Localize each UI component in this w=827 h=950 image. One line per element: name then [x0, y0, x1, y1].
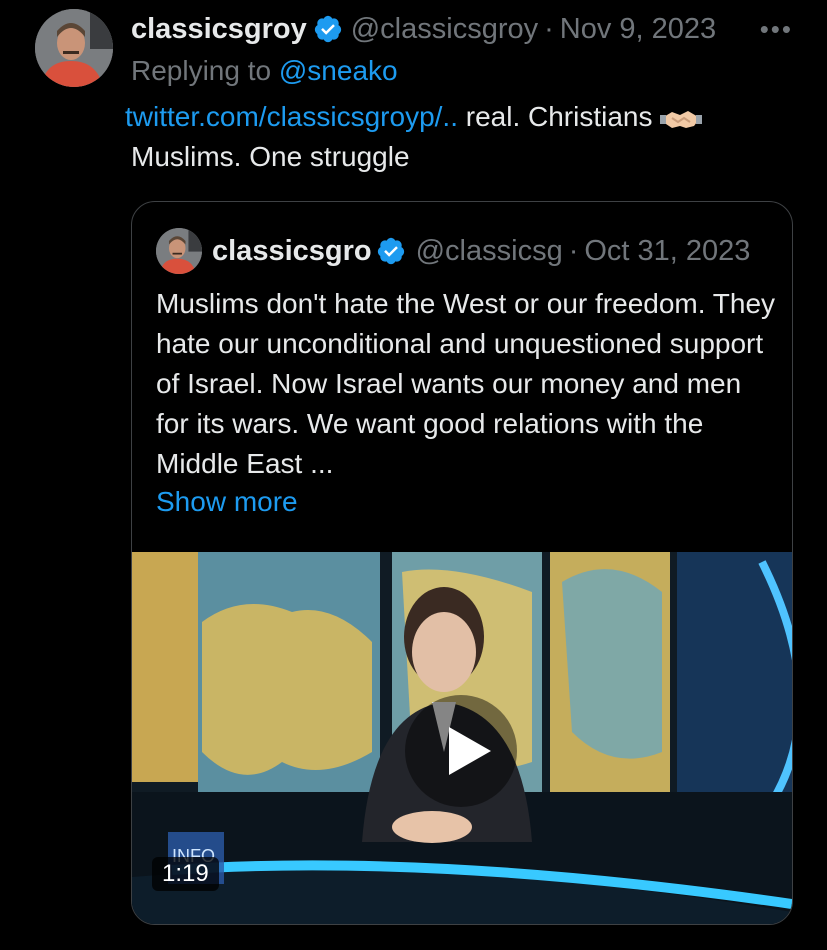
quoted-tweet-date[interactable]: Oct 31, 2023 [584, 235, 750, 268]
quoted-tweet-body: Muslims don't hate the West or our freed… [156, 288, 776, 479]
author-handle[interactable]: @classicsgroy [351, 13, 538, 46]
tweet-text-part: real. Christians [457, 101, 661, 132]
author-name[interactable]: classicsgroy [131, 13, 307, 46]
handshake-emoji-icon [660, 110, 703, 128]
more-horizontal-icon[interactable]: ••• [760, 14, 817, 45]
video-player[interactable]: INFO 1:19 [132, 552, 792, 924]
quoted-tweet-header: classicsgro @classicsg · Oct 31, 2023 [156, 226, 772, 276]
separator-dot: · [544, 12, 554, 45]
quoted-tweet-text: Muslims don't hate the West or our freed… [156, 284, 776, 522]
quoted-author-name[interactable]: classicsgro [212, 235, 372, 268]
tweet-header: classicsgroy @classicsgroy · Nov 9, 2023… [131, 8, 817, 50]
reply-prefix: Replying to [131, 55, 272, 86]
show-more-link[interactable]: Show more [156, 482, 776, 522]
tweet-date[interactable]: Nov 9, 2023 [560, 13, 716, 46]
verified-badge-icon [314, 15, 341, 43]
video-duration: 1:19 [152, 857, 219, 891]
quoted-tweet-card[interactable]: classicsgro @classicsg · Oct 31, 2023 Mu… [131, 201, 793, 925]
quoted-author-avatar[interactable] [156, 228, 202, 274]
tweet-link[interactable]: twitter.com/classicsgroyp/.. [125, 97, 458, 137]
author-avatar[interactable] [35, 9, 113, 87]
reply-mention[interactable]: @sneako [279, 55, 398, 86]
separator-dot: · [568, 234, 579, 267]
play-button[interactable] [405, 695, 517, 807]
reply-context: Replying to @sneako [131, 55, 398, 87]
quoted-author-handle[interactable]: @classicsg [416, 235, 563, 268]
verified-badge-icon [377, 237, 404, 265]
tweet-text-end: Muslims. One struggle [131, 141, 410, 172]
tweet-text: twitter.com/classicsgroyp/.. real. Chris… [125, 97, 791, 177]
